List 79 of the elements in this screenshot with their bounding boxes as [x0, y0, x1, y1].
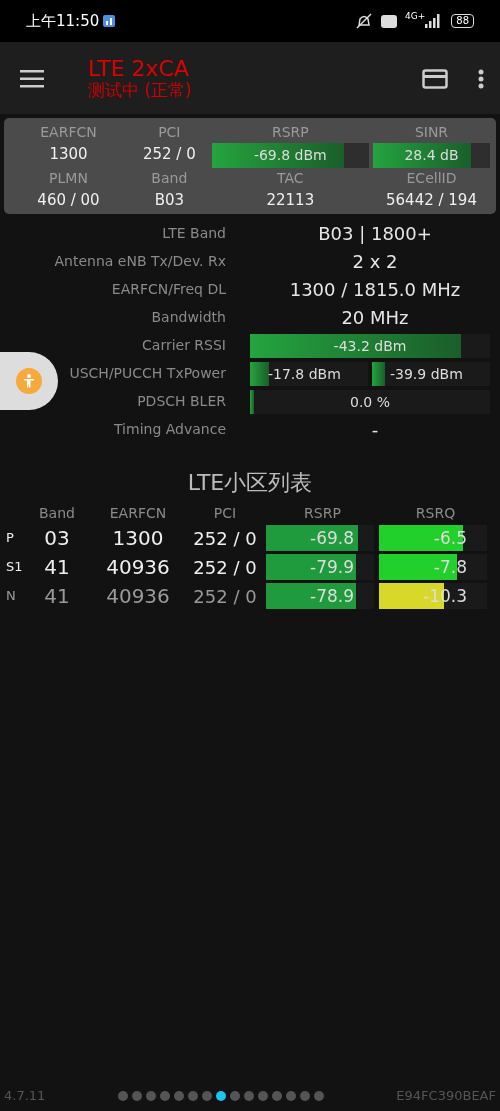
field-label: PLMN: [48, 169, 89, 188]
row-type: N: [5, 587, 17, 606]
version-label: 4.7.11: [4, 1087, 46, 1106]
detail-value: 2 x 2: [351, 250, 399, 274]
level-value: 28.4 dB: [403, 146, 460, 165]
accessibility-icon: [16, 368, 42, 394]
table-cell-text: 41: [43, 554, 71, 581]
field-label: Band: [150, 169, 189, 188]
page-dot[interactable]: [285, 1091, 296, 1101]
level-value: -79.9: [309, 556, 355, 579]
field-value: 56442 / 194: [385, 190, 478, 211]
field-value: 22113: [265, 190, 316, 211]
page-dot[interactable]: [117, 1091, 128, 1101]
page-dot[interactable]: [313, 1091, 324, 1101]
detail-value: 1300 / 1815.0 MHz: [288, 278, 462, 302]
field-label: ECellID: [405, 169, 458, 188]
detail-label: Antenna eNB Tx/Dev. Rx: [54, 252, 226, 271]
detail-value: -: [370, 418, 380, 442]
table-cell-text: 252 / 0: [192, 584, 258, 609]
table-cell-text: 03: [43, 525, 71, 552]
detail-value: 20 MHz: [340, 306, 410, 330]
page-dot[interactable]: [299, 1091, 310, 1101]
page-dot[interactable]: [187, 1091, 198, 1101]
page-dot[interactable]: [215, 1091, 226, 1101]
level-value: -17.8 dBm: [267, 364, 342, 384]
network-label: 4G+: [405, 9, 426, 23]
field-label: RSRP: [270, 123, 310, 142]
page-dot[interactable]: [243, 1091, 254, 1101]
field-value: 252 / 0: [141, 144, 197, 165]
detail-value: B03 | 1800+: [317, 222, 433, 246]
field-label: TAC: [276, 169, 305, 188]
detail-label: EARFCN/Freq DL: [111, 280, 226, 299]
status-time: 上午11:50: [26, 10, 100, 32]
floating-handle[interactable]: [0, 352, 58, 410]
card-icon[interactable]: [422, 66, 448, 90]
table-cell-text: 252 / 0: [192, 526, 258, 551]
field-label: SINR: [413, 123, 450, 142]
field-value: B03: [153, 190, 185, 211]
column-header: RSRP: [303, 503, 342, 523]
app-title: LTE 2xCA: [88, 56, 190, 81]
app-subtitle: 测试中 (正常): [88, 80, 192, 100]
page-dot[interactable]: [201, 1091, 212, 1101]
detail-label: Timing Advance: [114, 420, 226, 439]
page-dot[interactable]: [159, 1091, 170, 1101]
field-label: EARFCN: [39, 123, 98, 142]
level-value: -39.9 dBm: [389, 364, 464, 384]
table-cell-text: 1300: [111, 525, 165, 552]
page-dot[interactable]: [271, 1091, 282, 1101]
level-value: -43.2 dBm: [332, 336, 408, 356]
table-cell-text: 40936: [105, 583, 171, 610]
field-value: 460 / 00: [36, 190, 101, 211]
detail-label: Carrier RSSI: [142, 336, 226, 355]
detail-label: PDSCH BLER: [137, 392, 226, 411]
level-value: -69.8: [309, 527, 355, 550]
battery-indicator: 88: [451, 14, 474, 28]
page-dot[interactable]: [229, 1091, 240, 1101]
detail-label: Bandwidth: [151, 308, 226, 327]
page-dot[interactable]: [257, 1091, 268, 1101]
device-id: E94FC390BEAF: [396, 1087, 496, 1106]
column-header: Band: [38, 503, 76, 523]
field-value: 1300: [48, 144, 89, 165]
column-header: EARFCN: [108, 503, 168, 523]
table-cell-text: 41: [43, 583, 71, 610]
field-label: PCI: [157, 123, 182, 142]
table-cell-text: 252 / 0: [192, 555, 258, 580]
column-header: PCI: [212, 503, 238, 523]
page-dot[interactable]: [145, 1091, 156, 1101]
column-header: RSRQ: [414, 503, 457, 523]
row-type: P: [5, 529, 15, 548]
level-value: -69.8 dBm: [252, 146, 328, 165]
page-dot[interactable]: [131, 1091, 142, 1101]
section-title: LTE小区列表: [186, 468, 314, 497]
page-dot[interactable]: [173, 1091, 184, 1101]
level-value: -78.9: [309, 585, 355, 608]
level-value: 0.0 %: [349, 392, 391, 412]
detail-label: USCH/PUCCH TxPower: [69, 364, 226, 383]
table-cell-text: 40936: [105, 554, 171, 581]
row-type: S1: [5, 558, 22, 577]
detail-label: LTE Band: [162, 224, 226, 243]
